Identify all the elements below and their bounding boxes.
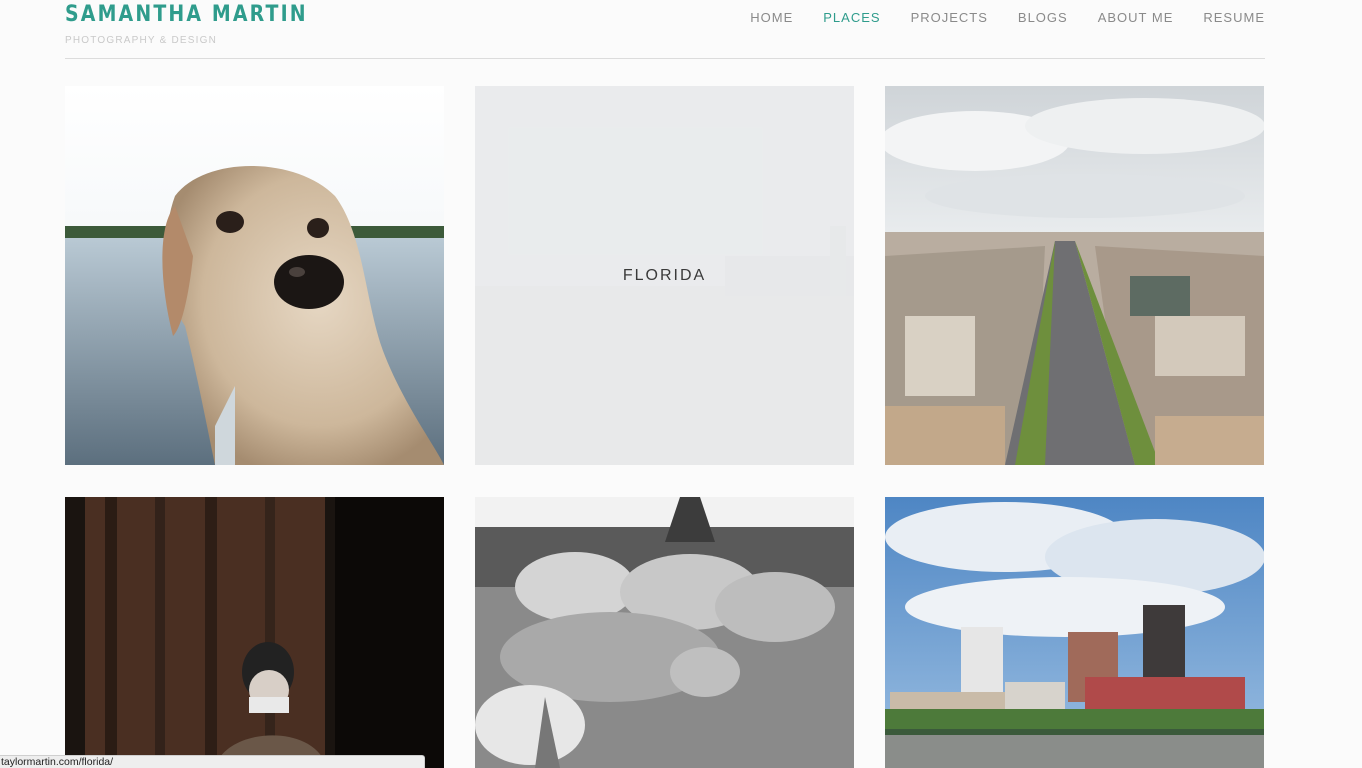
gallery-tile-cows[interactable]	[475, 497, 854, 768]
skyline-photo	[885, 497, 1264, 768]
florida-hover-overlay: FLORIDA	[475, 86, 854, 465]
dog-photo	[65, 86, 444, 465]
cows-photo	[475, 497, 854, 768]
nav-home[interactable]: HOME	[750, 10, 793, 25]
gallery-tile-skyline[interactable]	[885, 497, 1264, 768]
main-nav: HOME PLACES PROJECTS BLOGS ABOUT ME RESU…	[750, 10, 1265, 25]
brand-name[interactable]: SAMANTHA MARTIN	[65, 2, 308, 27]
site-header: SAMANTHA MARTIN PHOTOGRAPHY & DESIGN HOM…	[65, 0, 1265, 59]
gallery-tile-doorway[interactable]	[65, 497, 444, 768]
nav-blogs[interactable]: BLOGS	[1018, 10, 1068, 25]
doorway-photo	[65, 497, 444, 768]
brand[interactable]: SAMANTHA MARTIN PHOTOGRAPHY & DESIGN	[65, 2, 347, 46]
nav-places[interactable]: PLACES	[823, 10, 880, 25]
nav-about-me[interactable]: ABOUT ME	[1098, 10, 1174, 25]
brand-tagline: PHOTOGRAPHY & DESIGN	[65, 35, 217, 46]
gallery-tile-florida[interactable]: FLORIDA	[475, 86, 854, 465]
gallery-tile-paris[interactable]	[885, 86, 1264, 465]
nav-projects[interactable]: PROJECTS	[911, 10, 988, 25]
paris-photo	[885, 86, 1264, 465]
nav-resume[interactable]: RESUME	[1203, 10, 1265, 25]
florida-label[interactable]: FLORIDA	[623, 267, 706, 285]
browser-status-url: taylormartin.com/florida/	[0, 755, 425, 768]
gallery-tile-dog[interactable]	[65, 86, 444, 465]
